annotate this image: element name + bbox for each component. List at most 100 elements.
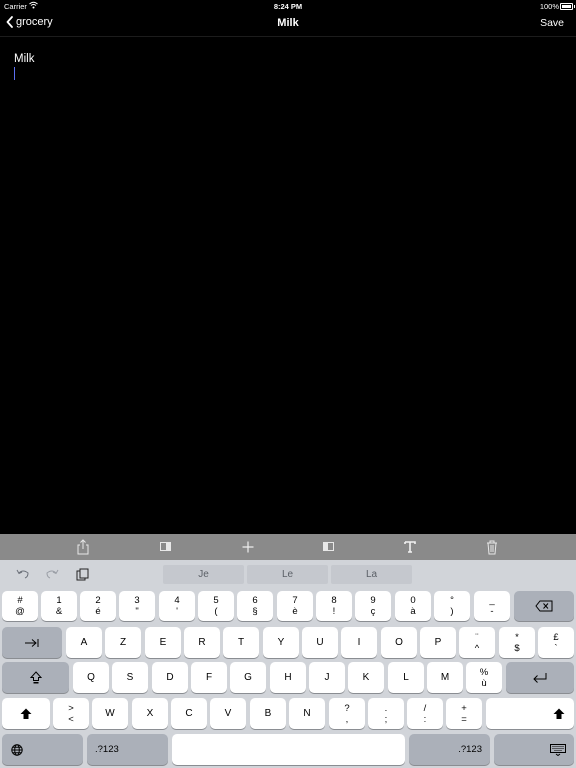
undo-icon[interactable] <box>16 568 30 580</box>
key-equals[interactable]: + = <box>446 698 482 729</box>
key-a[interactable]: A <box>66 627 102 658</box>
key-9[interactable]: 9ç <box>355 591 391 621</box>
key-z[interactable]: Z <box>105 627 141 658</box>
caps-lock-icon <box>29 671 42 684</box>
key-top-char: 0 <box>410 595 416 606</box>
key-r[interactable]: R <box>184 627 220 658</box>
key-degree[interactable]: °) <box>434 591 470 621</box>
key-t[interactable]: T <box>223 627 259 658</box>
key-bottom-char: ' <box>176 606 178 617</box>
key-b[interactable]: B <box>250 698 286 729</box>
key-o[interactable]: O <box>381 627 417 658</box>
key-2[interactable]: 2é <box>80 591 116 621</box>
key-h[interactable]: H <box>270 662 306 693</box>
key-8[interactable]: 8! <box>316 591 352 621</box>
suggestion-2[interactable]: Le <box>247 565 328 584</box>
keyboard-hide-icon <box>550 743 566 756</box>
key-pound[interactable]: £ ` <box>538 627 574 658</box>
key-top-char: £ <box>553 631 559 643</box>
key-v[interactable]: V <box>210 698 246 729</box>
key-k[interactable]: K <box>348 662 384 693</box>
key-comma[interactable]: ?, <box>329 698 365 729</box>
key-dollar[interactable]: * $ <box>499 627 535 658</box>
key-g[interactable]: G <box>230 662 266 693</box>
key-0[interactable]: 0à <box>395 591 431 621</box>
globe-key[interactable] <box>2 734 83 765</box>
text-format-icon[interactable] <box>401 538 419 556</box>
suggestion-1[interactable]: Je <box>163 565 244 584</box>
key-bottom-char: - <box>490 606 494 617</box>
key-circumflex[interactable]: ¨ ^ <box>459 627 495 658</box>
key-y[interactable]: Y <box>263 627 299 658</box>
key-c[interactable]: C <box>171 698 207 729</box>
keyboard-shortcut-bar: Je Le La <box>0 560 576 589</box>
key-top-char: 9 <box>370 595 376 606</box>
key-percent[interactable]: % ù <box>466 662 502 693</box>
key-bottom-char: $ <box>514 642 520 654</box>
suggestion-3[interactable]: La <box>331 565 412 584</box>
numbers-key-right[interactable]: .?123 <box>409 734 490 765</box>
key-bottom-char: ) <box>450 606 454 617</box>
key-top-char: 1 <box>56 595 62 606</box>
key-bottom-char: , <box>345 713 349 725</box>
key-bottom-char: @ <box>15 606 25 617</box>
save-button[interactable]: Save <box>540 17 564 29</box>
key-d[interactable]: D <box>152 662 188 693</box>
previous-note-icon[interactable] <box>157 538 175 556</box>
key-q[interactable]: Q <box>73 662 109 693</box>
key-semicolon[interactable]: .; <box>368 698 404 729</box>
key-l[interactable]: L <box>388 662 424 693</box>
key-e[interactable]: E <box>145 627 181 658</box>
key-n[interactable]: N <box>289 698 325 729</box>
key-top-char: _ <box>489 595 495 606</box>
key-bottom-char: é <box>95 606 101 617</box>
key-top-char: + <box>461 702 467 714</box>
key-top-char: 2 <box>95 595 101 606</box>
key-u[interactable]: U <box>302 627 338 658</box>
hide-keyboard-key[interactable] <box>494 734 574 765</box>
key-w[interactable]: W <box>92 698 128 729</box>
return-icon <box>533 672 547 683</box>
key-top-char: / <box>423 702 427 714</box>
key-at[interactable]: # @ <box>2 591 38 621</box>
key-4[interactable]: 4 ' <box>159 591 195 621</box>
return-key[interactable] <box>506 662 574 693</box>
key-1[interactable]: 1 & <box>41 591 77 621</box>
trash-icon[interactable] <box>483 538 501 556</box>
note-text[interactable]: Milk <box>14 53 34 65</box>
key-colon[interactable]: /: <box>407 698 443 729</box>
key-f[interactable]: F <box>191 662 227 693</box>
key-bottom-char: ç <box>370 606 376 617</box>
share-icon[interactable] <box>74 538 92 556</box>
shift-left-key[interactable] <box>2 698 50 729</box>
key-7[interactable]: 7è <box>277 591 313 621</box>
key-less-than[interactable]: > < <box>53 698 89 729</box>
shift-icon <box>20 708 32 719</box>
key-6[interactable]: 6 § <box>237 591 273 621</box>
tab-key[interactable] <box>2 627 62 658</box>
shift-right-key[interactable] <box>486 698 574 729</box>
numbers-key-left[interactable]: .?123 <box>87 734 168 765</box>
key-x[interactable]: X <box>132 698 168 729</box>
key-s[interactable]: S <box>112 662 148 693</box>
caps-lock-key[interactable] <box>2 662 69 693</box>
space-key[interactable] <box>172 734 405 765</box>
key-bottom-char: à <box>410 606 416 617</box>
key-underscore[interactable]: _ - <box>474 591 510 621</box>
key-p[interactable]: P <box>420 627 456 658</box>
redo-icon[interactable] <box>45 568 59 580</box>
key-bottom-char: " <box>135 606 139 617</box>
delete-key[interactable] <box>514 591 574 621</box>
key-i[interactable]: I <box>341 627 377 658</box>
key-top-char: # <box>17 595 23 606</box>
key-3[interactable]: 3 " <box>119 591 155 621</box>
note-editor[interactable]: Milk <box>0 37 576 534</box>
paste-icon[interactable] <box>76 568 90 581</box>
key-5[interactable]: 5( <box>198 591 234 621</box>
key-top-char: ° <box>450 595 454 606</box>
key-m[interactable]: M <box>427 662 463 693</box>
next-note-icon[interactable] <box>320 538 338 556</box>
key-j[interactable]: J <box>309 662 345 693</box>
status-bar: Carrier 8:24 PM 100% <box>0 0 576 12</box>
add-icon[interactable] <box>239 538 257 556</box>
